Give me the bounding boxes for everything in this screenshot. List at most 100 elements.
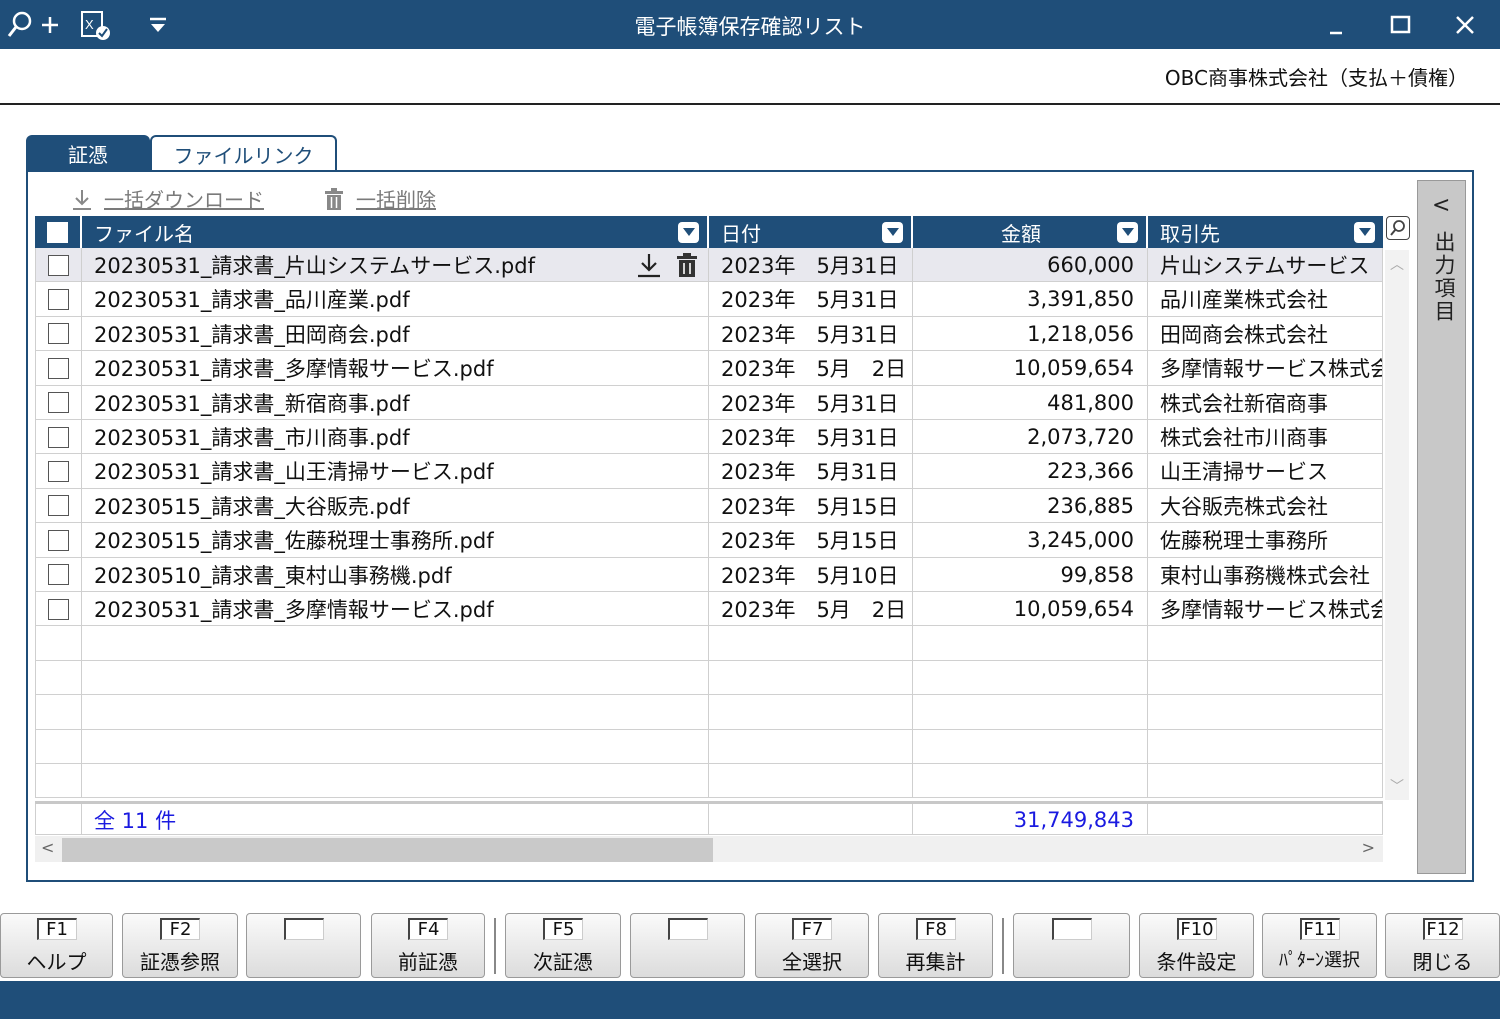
column-search-button[interactable] bbox=[1386, 216, 1410, 240]
filename-cell: 20230531_請求書_山王清掃サービス.pdf bbox=[82, 454, 709, 489]
function-key-f7[interactable]: F7 全選択 bbox=[755, 913, 869, 978]
tab-file-link[interactable]: ファイルリンク bbox=[150, 135, 337, 171]
row-checkbox-cell[interactable] bbox=[35, 557, 82, 592]
row-checkbox[interactable] bbox=[48, 323, 69, 345]
row-checkbox-cell[interactable] bbox=[35, 385, 82, 420]
row-checkbox[interactable] bbox=[48, 495, 69, 517]
row-checkbox-cell[interactable] bbox=[35, 316, 82, 351]
header-supplier[interactable]: 取引先 bbox=[1148, 216, 1383, 248]
row-checkbox[interactable] bbox=[48, 357, 69, 379]
filename-cell: 20230515_請求書_大谷販売.pdf bbox=[82, 488, 709, 523]
horizontal-scroll-thumb[interactable] bbox=[62, 838, 713, 862]
row-checkbox-cell[interactable] bbox=[35, 523, 82, 558]
bulk-download-button[interactable]: 一括ダウンロード bbox=[70, 184, 264, 213]
row-checkbox[interactable] bbox=[48, 460, 69, 482]
date-cell: 2023年 5月31日 bbox=[709, 248, 913, 282]
trash-icon[interactable] bbox=[675, 252, 699, 278]
header-select-all[interactable] bbox=[35, 216, 82, 248]
filter-dropdown-icon[interactable] bbox=[1117, 221, 1138, 243]
filter-dropdown-icon[interactable] bbox=[678, 221, 699, 243]
filename-cell: 20230510_請求書_東村山事務機.pdf bbox=[82, 557, 709, 592]
function-key-name: 再集計 bbox=[905, 950, 966, 974]
supplier-cell: 片山システムサービス bbox=[1148, 248, 1383, 282]
function-key-f4[interactable]: F4 前証憑 bbox=[371, 913, 485, 978]
function-key-empty[interactable] bbox=[246, 913, 361, 978]
filter-dropdown-icon[interactable] bbox=[1354, 221, 1375, 243]
amount-cell bbox=[913, 695, 1148, 730]
table-row[interactable]: 20230515_請求書_佐藤税理士事務所.pdf 2023年 5月15日 3,24… bbox=[35, 523, 1383, 558]
row-checkbox-cell[interactable] bbox=[35, 351, 82, 386]
function-key-label: F12 bbox=[1422, 918, 1463, 940]
header-date[interactable]: 日付 bbox=[709, 216, 913, 248]
function-key-f10[interactable]: F10 条件設定 bbox=[1139, 913, 1254, 978]
function-key-empty[interactable] bbox=[630, 913, 745, 978]
row-checkbox[interactable] bbox=[48, 564, 69, 586]
header-divider bbox=[0, 103, 1500, 105]
function-key-f1[interactable]: F1 ヘルプ bbox=[0, 913, 113, 978]
scroll-right-icon[interactable]: > bbox=[1362, 838, 1375, 857]
scroll-down-icon[interactable]: ﹀ bbox=[1390, 776, 1404, 796]
supplier-cell: 品川産業株式会社 bbox=[1148, 282, 1383, 317]
row-checkbox-cell[interactable] bbox=[35, 454, 82, 489]
function-key-label bbox=[1051, 918, 1092, 940]
minimize-icon[interactable] bbox=[1324, 8, 1348, 42]
function-key-f2[interactable]: F2 証憑参照 bbox=[122, 913, 238, 978]
row-checkbox-cell[interactable] bbox=[35, 488, 82, 523]
vertical-scrollbar[interactable]: ︿ ﹀ bbox=[1385, 250, 1409, 800]
download-icon[interactable] bbox=[635, 252, 663, 278]
function-key-empty[interactable] bbox=[1013, 913, 1130, 978]
table-row[interactable]: 20230531_請求書_市川商事.pdf 2023年 5月31日 2,073,72… bbox=[35, 420, 1383, 455]
select-all-checkbox[interactable] bbox=[47, 221, 68, 243]
table-row[interactable]: 20230510_請求書_東村山事務機.pdf 2023年 5月10日 99,858… bbox=[35, 557, 1383, 592]
table-row[interactable]: 20230531_請求書_片山システムサービス.pdf 2023年 5月31日 66… bbox=[35, 248, 1383, 283]
row-checkbox[interactable] bbox=[48, 392, 69, 414]
supplier-cell: 東村山事務機株式会社 bbox=[1148, 557, 1383, 592]
function-key-f11[interactable]: F11 ﾊﾟﾀｰﾝ選択 bbox=[1262, 913, 1377, 978]
row-checkbox-cell[interactable] bbox=[35, 592, 82, 626]
row-checkbox[interactable] bbox=[48, 426, 69, 448]
table-row[interactable]: 20230531_請求書_多摩情報サービス.pdf 2023年 5月 2日 10,0… bbox=[35, 592, 1383, 627]
table-row[interactable]: 20230531_請求書_品川産業.pdf 2023年 5月31日 3,391,85… bbox=[35, 282, 1383, 317]
total-amount: 31,749,843 bbox=[913, 804, 1148, 835]
filename-cell: 20230531_請求書_多摩情報サービス.pdf bbox=[82, 592, 709, 626]
function-key-name: ﾊﾟﾀｰﾝ選択 bbox=[1279, 950, 1360, 971]
chevron-left-icon[interactable]: < bbox=[1432, 193, 1450, 218]
supplier-cell bbox=[1148, 626, 1383, 661]
row-checkbox[interactable] bbox=[48, 598, 69, 620]
maximize-icon[interactable] bbox=[1388, 8, 1414, 42]
tab-voucher[interactable]: 証憑 bbox=[26, 135, 150, 171]
row-checkbox[interactable] bbox=[48, 288, 69, 310]
filter-dropdown-icon[interactable] bbox=[882, 221, 903, 243]
trash-icon bbox=[325, 187, 343, 210]
row-checkbox-cell[interactable] bbox=[35, 420, 82, 454]
table-row[interactable]: 20230531_請求書_多摩情報サービス.pdf 2023年 5月 2日 10,0… bbox=[35, 351, 1383, 386]
table-row[interactable]: 20230531_請求書_新宿商事.pdf 2023年 5月31日 481,800 株… bbox=[35, 385, 1383, 420]
function-key-label: F7 bbox=[792, 918, 832, 940]
filename-cell bbox=[82, 626, 709, 661]
row-checkbox-cell[interactable] bbox=[35, 282, 82, 317]
close-icon[interactable] bbox=[1452, 8, 1478, 42]
table-row[interactable]: 20230515_請求書_大谷販売.pdf 2023年 5月15日 236,885 大… bbox=[35, 488, 1383, 524]
empty-row bbox=[35, 660, 1383, 696]
bulk-delete-button[interactable]: 一括削除 bbox=[322, 184, 436, 213]
function-key-name: 証憑参照 bbox=[140, 950, 220, 974]
function-key-f5[interactable]: F5 次証憑 bbox=[505, 913, 621, 978]
header-supplier-label: 取引先 bbox=[1160, 221, 1220, 246]
table-row[interactable]: 20230531_請求書_田岡商会.pdf 2023年 5月31日 1,218,05… bbox=[35, 316, 1383, 352]
bulk-delete-label: 一括削除 bbox=[356, 188, 436, 212]
scroll-up-icon[interactable]: ︿ bbox=[1390, 254, 1404, 274]
function-key-f12[interactable]: F12 閉じる bbox=[1385, 913, 1500, 978]
function-key-f8[interactable]: F8 再集計 bbox=[878, 913, 993, 978]
table-row[interactable]: 20230531_請求書_山王清掃サービス.pdf 2023年 5月31日 223,… bbox=[35, 454, 1383, 489]
date-cell: 2023年 5月31日 bbox=[709, 282, 913, 317]
output-items-panel[interactable]: < 出力項目 bbox=[1417, 180, 1466, 874]
row-checkbox-cell[interactable] bbox=[35, 248, 82, 282]
scroll-left-icon[interactable]: < bbox=[41, 838, 54, 857]
row-checkbox[interactable] bbox=[48, 529, 69, 551]
horizontal-scrollbar[interactable]: < > bbox=[35, 836, 1383, 862]
supplier-cell: 大谷販売株式会社 bbox=[1148, 488, 1383, 523]
header-amount[interactable]: 金額 bbox=[913, 216, 1148, 248]
header-filename[interactable]: ファイル名 bbox=[82, 216, 709, 248]
supplier-cell: 田岡商会株式会社 bbox=[1148, 316, 1383, 351]
row-checkbox[interactable] bbox=[48, 254, 69, 276]
